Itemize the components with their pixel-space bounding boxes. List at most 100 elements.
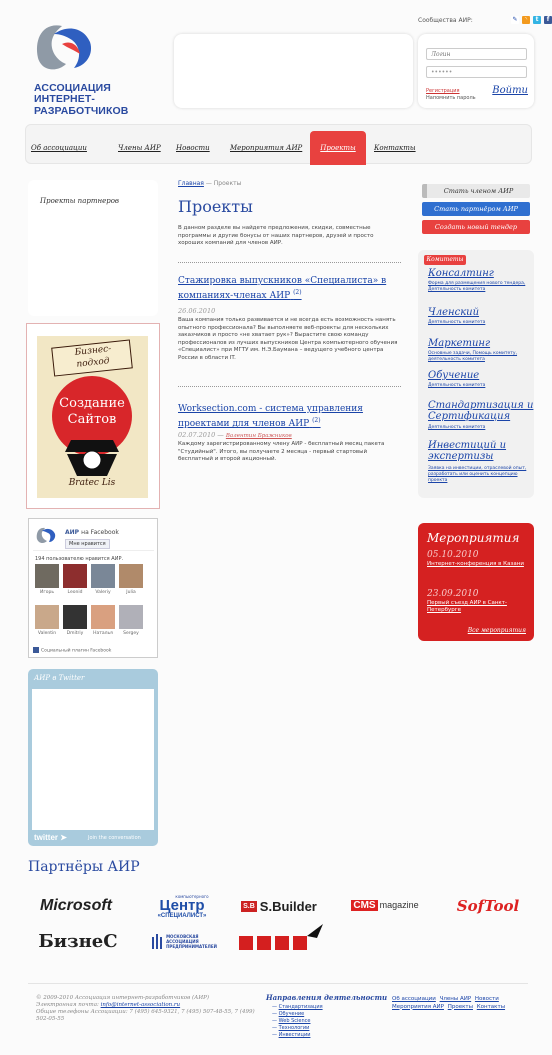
nav-news[interactable]: Новости	[176, 144, 210, 152]
fan-avatar[interactable]	[91, 605, 115, 629]
fan-avatar[interactable]	[91, 564, 115, 588]
article-author[interactable]: Валентин Бражников	[226, 433, 292, 439]
email-label: Электронная почта:	[36, 1002, 99, 1008]
nav-events[interactable]: Мероприятия АИР	[230, 144, 302, 152]
footer-link-news[interactable]: Новости	[475, 996, 499, 1002]
fan-avatar[interactable]	[119, 564, 143, 588]
footer-direction-link[interactable]: — Инвестиции	[272, 1032, 310, 1038]
event-link[interactable]: Первый съезд АИР в Санкт-Петербурге	[427, 600, 527, 614]
fan-avatar[interactable]	[63, 605, 87, 629]
committee-sublinks[interactable]: Форма для размещения нового тендера, Дея…	[428, 281, 532, 293]
footer-direction-link[interactable]: — Стандартизация	[272, 1004, 323, 1010]
become-member-button[interactable]: Стать членом АИР	[422, 184, 530, 198]
facebook-icon[interactable]: f	[544, 16, 552, 24]
direction-investments[interactable]: Инвестиции	[279, 1032, 311, 1038]
committee-investments[interactable]: Инвестиций и экспертизы	[428, 440, 528, 462]
login-button[interactable]: Войти	[492, 85, 528, 96]
committee-education[interactable]: Обучение	[428, 370, 479, 381]
committee-sublinks[interactable]: Основные задачи, Помощь комитету, деятел…	[428, 351, 532, 363]
committee-sublinks[interactable]: Деятельность комитета	[428, 320, 532, 326]
fan-name: Игорь	[40, 590, 54, 595]
twitter-icon[interactable]: t	[533, 16, 541, 24]
footer-direction-link[interactable]: — Технологии	[272, 1025, 309, 1031]
footer-link-events[interactable]: Мероприятия АИР	[392, 1004, 444, 1010]
fan-name: Valeriy	[95, 590, 111, 595]
rss-icon[interactable]: ◝	[522, 16, 530, 24]
events-box: Мероприятия 05.10.2010 Интернет-конферен…	[418, 523, 534, 641]
committee-sublinks[interactable]: Заявка на инвестиции, отраслевой опыт, р…	[428, 466, 532, 484]
logo-line-2: ИНТЕРНЕТ-РАЗРАБОТЧИКОВ	[34, 93, 129, 117]
committee-sublinks[interactable]: Деятельность комитета	[428, 383, 532, 389]
all-events-link[interactable]: Все мероприятия	[468, 627, 526, 634]
partner-logo-sbuilder[interactable]: S.B S.Builder	[236, 896, 322, 916]
site-logo[interactable]: АССОЦИАЦИЯ ИНТЕРНЕТ-РАЗРАБОТЧИКОВ	[28, 20, 170, 117]
partner-logo-microsoft[interactable]: Microsoft	[30, 893, 122, 919]
become-partner-button[interactable]: Стать партнёром АИР	[422, 202, 530, 216]
twitter-logo[interactable]: twitter ➤	[34, 833, 67, 842]
partner-logo-kremlin[interactable]	[236, 922, 326, 956]
register-link[interactable]: Регистрация	[426, 88, 460, 94]
nav-projects[interactable]: Проекты	[310, 131, 366, 165]
comments-count[interactable]: (2)	[293, 289, 302, 296]
password-input[interactable]	[426, 66, 527, 78]
footer-link-projects[interactable]: Проекты	[448, 1004, 473, 1010]
footer-direction-link[interactable]: — Обучение	[272, 1011, 304, 1017]
facebook-page-name[interactable]: АИР на Facebook	[65, 529, 119, 536]
nav-contacts[interactable]: Контакты	[374, 144, 416, 152]
nav-members[interactable]: Члены АИР	[118, 144, 161, 152]
fan-avatar[interactable]	[63, 564, 87, 588]
login-box: Регистрация Напомнить пароль Войти	[418, 34, 534, 108]
partner-logo-biznes[interactable]: БизнеС	[30, 927, 126, 955]
facebook-like-button[interactable]: Мне нравится	[65, 539, 110, 549]
committee-consulting[interactable]: Консалтинг	[428, 268, 494, 279]
twitter-feed[interactable]	[32, 689, 154, 830]
nav-about[interactable]: Об ассоциации	[31, 144, 87, 152]
create-tender-button[interactable]: Создать новый тендер	[422, 220, 530, 234]
article-title-link[interactable]: Стажировка выпускников «Специалиста» в к…	[178, 276, 393, 302]
twitter-widget-title: АИР в Twitter	[34, 674, 85, 682]
footer-link-about[interactable]: Об ассоциации	[392, 996, 436, 1002]
committee-membership[interactable]: Членский	[428, 307, 479, 318]
fan-avatar[interactable]	[35, 605, 59, 629]
committee-marketing[interactable]: Маркетинг	[428, 338, 490, 349]
facebook-plugin-label[interactable]: Социальный плагин Facebook	[33, 647, 111, 654]
footer-direction-link[interactable]: — Web Science	[272, 1018, 310, 1024]
pen-icon[interactable]: ✎	[511, 16, 519, 24]
article-title-link[interactable]: Worksection.com - система управления про…	[178, 404, 393, 430]
specialist-name: «СПЕЦИАЛИСТ»	[157, 912, 207, 919]
ad-line-3: Создание	[59, 396, 125, 411]
direction-web-science[interactable]: Web Science	[279, 1018, 311, 1024]
direction-technologies[interactable]: Технологии	[279, 1025, 310, 1031]
fan-avatar[interactable]	[35, 564, 59, 588]
direction-standardization[interactable]: Стандартизация	[279, 1004, 323, 1010]
footer-link-members[interactable]: Члены АИР	[440, 996, 472, 1002]
events-title: Мероприятия	[427, 531, 520, 545]
footer-email-link[interactable]: info@internet-association.ru	[101, 1002, 181, 1008]
ad-banner[interactable]: Бизнес- подход Создание Сайтов Bratec Li…	[26, 323, 160, 509]
event-link[interactable]: Интернет-конференция в Казани	[427, 561, 527, 568]
twitter-logo-text: twitter	[34, 833, 58, 842]
footer-link-contacts[interactable]: Контакты	[477, 1004, 505, 1010]
committee-sublinks[interactable]: Деятельность комитета	[428, 425, 532, 431]
footer-divider	[28, 983, 528, 984]
page-title: Проекты	[178, 197, 253, 216]
comments-count[interactable]: (2)	[312, 417, 321, 424]
sbuilder-mark: S.B	[241, 900, 257, 912]
partner-logo-specialist[interactable]: компьютерного Центр «СПЕЦИАЛИСТ»	[142, 890, 222, 922]
committee-standardization[interactable]: Стандартизация и Сертификация	[428, 400, 540, 422]
ad-line-4: Сайтов	[67, 412, 117, 427]
building-icon	[152, 934, 163, 949]
divider	[178, 262, 401, 263]
direction-education[interactable]: Обучение	[279, 1011, 305, 1017]
partner-logo-softool[interactable]: SofTool	[448, 892, 528, 920]
login-input[interactable]	[426, 48, 527, 60]
breadcrumb-home[interactable]: Главная	[178, 180, 204, 187]
partner-logo-cms-magazine[interactable]: CMS magazine	[340, 894, 430, 916]
twitter-join-link[interactable]: Join the conversation	[88, 835, 141, 841]
partner-logo-moscow-association[interactable]: МОСКОВСКАЯ АССОЦИАЦИЯ ПРЕДПРИНИМАТЕЛЕЙ	[146, 930, 222, 952]
fan-avatar[interactable]	[119, 605, 143, 629]
twitter-bird-icon: ➤	[60, 833, 67, 842]
forgot-password-link[interactable]: Напомнить пароль	[426, 95, 476, 101]
committees-label: Комитеты	[424, 255, 466, 265]
fan-name: Leonid	[67, 590, 83, 595]
